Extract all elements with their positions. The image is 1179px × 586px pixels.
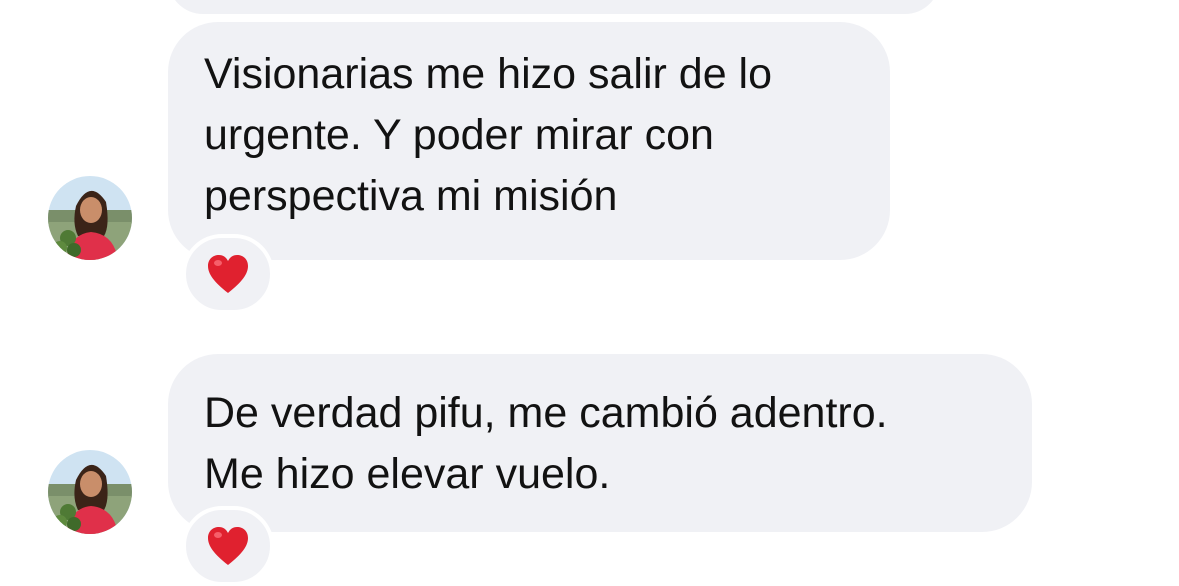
- sender-avatar[interactable]: [48, 176, 132, 260]
- heart-icon: [208, 527, 248, 565]
- message-text-line: De verdad pifu, me cambió adentro.: [204, 389, 888, 437]
- message-bubble[interactable]: Visionarias me hizo salir de lo urgente.…: [168, 22, 890, 260]
- message-text-line: Visionarias me hizo salir de lo: [204, 50, 773, 98]
- message-bubble[interactable]: De verdad pifu, me cambió adentro. Me hi…: [168, 354, 1032, 532]
- previous-message-bubble[interactable]: [168, 0, 940, 14]
- sender-avatar[interactable]: [48, 450, 132, 534]
- reaction-badge[interactable]: [182, 234, 274, 314]
- heart-icon: [208, 255, 248, 293]
- message-text-line: urgente. Y poder mirar con: [204, 111, 714, 159]
- avatar-photo-icon: [48, 176, 132, 260]
- message-text-line: Me hizo elevar vuelo.: [204, 450, 611, 498]
- reaction-badge[interactable]: [182, 506, 274, 586]
- avatar-photo-icon: [48, 450, 132, 534]
- message-text-line: perspectiva mi misión: [204, 172, 618, 220]
